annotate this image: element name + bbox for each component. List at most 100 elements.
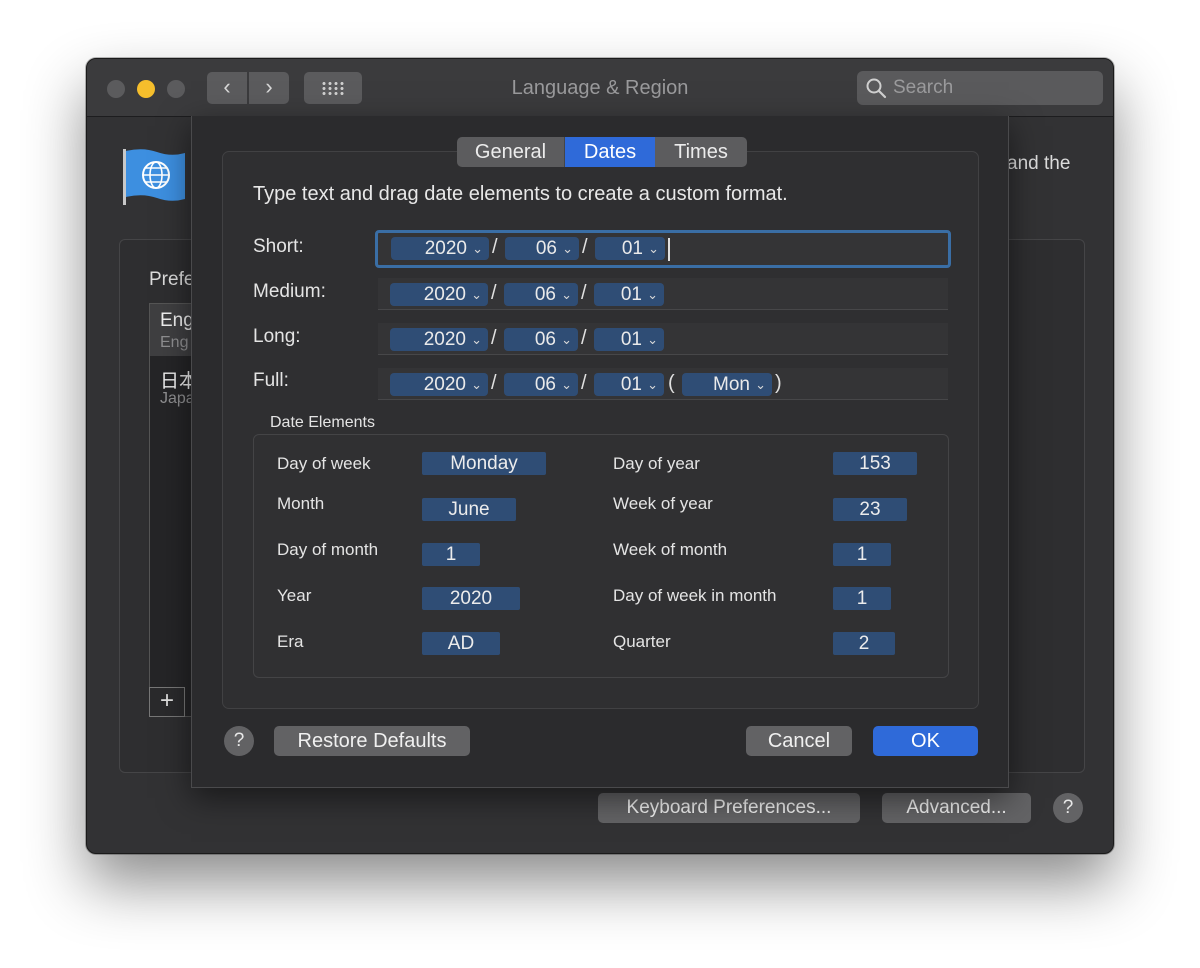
language-name: Eng bbox=[160, 310, 194, 331]
tab-times[interactable]: Times bbox=[655, 137, 747, 167]
keyboard-preferences-button[interactable]: Keyboard Preferences... bbox=[598, 793, 860, 823]
short-format-label: Short: bbox=[253, 236, 304, 257]
long-format-field[interactable]: 2020 ⌄ / 06 ⌄ / 01 ⌄ bbox=[378, 323, 948, 355]
date-elements-title: Date Elements bbox=[270, 414, 375, 431]
tab-general[interactable]: General bbox=[457, 137, 565, 167]
quarter-element[interactable]: 2 bbox=[833, 632, 895, 655]
full-format-label: Full: bbox=[253, 370, 289, 391]
separator: / bbox=[491, 372, 497, 394]
separator: / bbox=[581, 282, 587, 304]
separator: / bbox=[492, 236, 498, 258]
help-button[interactable]: ? bbox=[1053, 793, 1083, 823]
year-token[interactable]: 2020 ⌄ bbox=[390, 373, 488, 396]
token-value: 01 bbox=[621, 238, 643, 259]
day-token[interactable]: 01 ⌄ bbox=[594, 328, 664, 351]
day-token[interactable]: 01 ⌄ bbox=[595, 237, 665, 260]
advanced-button[interactable]: Advanced... bbox=[882, 793, 1031, 823]
element-label: Day of year bbox=[613, 454, 700, 473]
day-of-week-element[interactable]: Monday bbox=[422, 452, 546, 475]
help-button[interactable]: ? bbox=[224, 726, 254, 756]
instruction-text: Type text and drag date elements to crea… bbox=[253, 183, 788, 205]
year-token[interactable]: 2020 ⌄ bbox=[391, 237, 489, 260]
year-token[interactable]: 2020 ⌄ bbox=[390, 328, 488, 351]
year-token[interactable]: 2020 ⌄ bbox=[390, 283, 488, 306]
token-value: 01 bbox=[620, 374, 642, 395]
language-subtitle: Japa bbox=[160, 390, 195, 407]
token-value: 06 bbox=[534, 329, 556, 350]
era-element[interactable]: AD bbox=[422, 632, 500, 655]
ok-button[interactable]: OK bbox=[873, 726, 978, 756]
title-bar: ‹ › Language & Region Search bbox=[87, 59, 1113, 117]
week-of-year-element[interactable]: 23 bbox=[833, 498, 907, 521]
week-of-month-element[interactable]: 1 bbox=[833, 543, 891, 566]
weekday-token[interactable]: Mon ⌄ bbox=[682, 373, 772, 396]
month-token[interactable]: 06 ⌄ bbox=[505, 237, 579, 260]
token-value: 01 bbox=[620, 329, 642, 350]
month-token[interactable]: 06 ⌄ bbox=[504, 283, 578, 306]
separator: / bbox=[491, 282, 497, 304]
token-value: 2020 bbox=[424, 238, 467, 259]
text-cursor bbox=[668, 238, 670, 261]
separator: / bbox=[491, 327, 497, 349]
element-label: Day of week in month bbox=[613, 586, 777, 605]
chevron-down-icon: ⌄ bbox=[471, 287, 482, 302]
year-element[interactable]: 2020 bbox=[422, 587, 520, 610]
long-format-label: Long: bbox=[253, 326, 301, 347]
element-label: Week of year bbox=[613, 494, 713, 513]
day-of-year-element[interactable]: 153 bbox=[833, 452, 917, 475]
month-element[interactable]: June bbox=[422, 498, 516, 521]
chevron-down-icon: ⌄ bbox=[471, 377, 482, 392]
chevron-down-icon: ⌄ bbox=[647, 287, 658, 302]
element-label: Day of week bbox=[277, 454, 371, 473]
token-value: 06 bbox=[535, 238, 557, 259]
short-format-field[interactable]: 2020 ⌄ / 06 ⌄ / 01 ⌄ bbox=[375, 230, 951, 268]
chevron-down-icon: ⌄ bbox=[647, 377, 658, 392]
token-value: 2020 bbox=[423, 374, 466, 395]
element-label: Quarter bbox=[613, 632, 671, 651]
token-value: 2020 bbox=[423, 329, 466, 350]
medium-format-label: Medium: bbox=[253, 281, 326, 302]
chevron-down-icon: ⌄ bbox=[647, 332, 658, 347]
language-region-flag-icon bbox=[123, 149, 185, 205]
chevron-down-icon: ⌄ bbox=[471, 332, 482, 347]
chevron-down-icon: ⌄ bbox=[648, 241, 659, 256]
token-value: 06 bbox=[534, 374, 556, 395]
search-field[interactable]: Search bbox=[857, 71, 1103, 105]
day-of-week-in-month-element[interactable]: 1 bbox=[833, 587, 891, 610]
separator: ) bbox=[775, 372, 782, 394]
month-token[interactable]: 06 ⌄ bbox=[504, 373, 578, 396]
cancel-button[interactable]: Cancel bbox=[746, 726, 852, 756]
element-label: Year bbox=[277, 586, 312, 605]
element-label: Day of month bbox=[277, 540, 379, 559]
day-token[interactable]: 01 ⌄ bbox=[594, 283, 664, 306]
separator: / bbox=[582, 236, 588, 258]
chevron-down-icon: ⌄ bbox=[561, 287, 572, 302]
token-value: 01 bbox=[620, 284, 642, 305]
tab-dates[interactable]: Dates bbox=[565, 137, 655, 167]
medium-format-field[interactable]: 2020 ⌄ / 06 ⌄ / 01 ⌄ bbox=[378, 278, 948, 310]
token-value: 06 bbox=[534, 284, 556, 305]
token-value: Mon bbox=[713, 374, 750, 395]
element-label: Era bbox=[277, 632, 304, 651]
full-format-field[interactable]: 2020 ⌄ / 06 ⌄ / 01 ⌄ ( Mon ⌄ ) bbox=[378, 368, 948, 400]
token-value: 2020 bbox=[423, 284, 466, 305]
add-language-button[interactable]: + bbox=[149, 687, 185, 717]
day-of-month-element[interactable]: 1 bbox=[422, 543, 480, 566]
chevron-down-icon: ⌄ bbox=[562, 241, 573, 256]
header-description-text: and the bbox=[1007, 153, 1071, 174]
chevron-down-icon: ⌄ bbox=[561, 332, 572, 347]
search-placeholder: Search bbox=[893, 77, 954, 98]
day-token[interactable]: 01 ⌄ bbox=[594, 373, 664, 396]
chevron-down-icon: ⌄ bbox=[472, 241, 483, 256]
separator: / bbox=[581, 327, 587, 349]
search-icon bbox=[866, 78, 887, 99]
chevron-down-icon: ⌄ bbox=[561, 377, 572, 392]
tab-selector[interactable]: General Dates Times bbox=[457, 137, 747, 167]
month-token[interactable]: 06 ⌄ bbox=[504, 328, 578, 351]
element-label: Week of month bbox=[613, 540, 728, 559]
element-label: Month bbox=[277, 494, 325, 513]
preferred-languages-label: Prefe bbox=[149, 269, 195, 290]
separator: ( bbox=[668, 372, 675, 394]
restore-defaults-button[interactable]: Restore Defaults bbox=[274, 726, 470, 756]
date-format-sheet: General Dates Times Type text and drag d… bbox=[191, 116, 1009, 788]
